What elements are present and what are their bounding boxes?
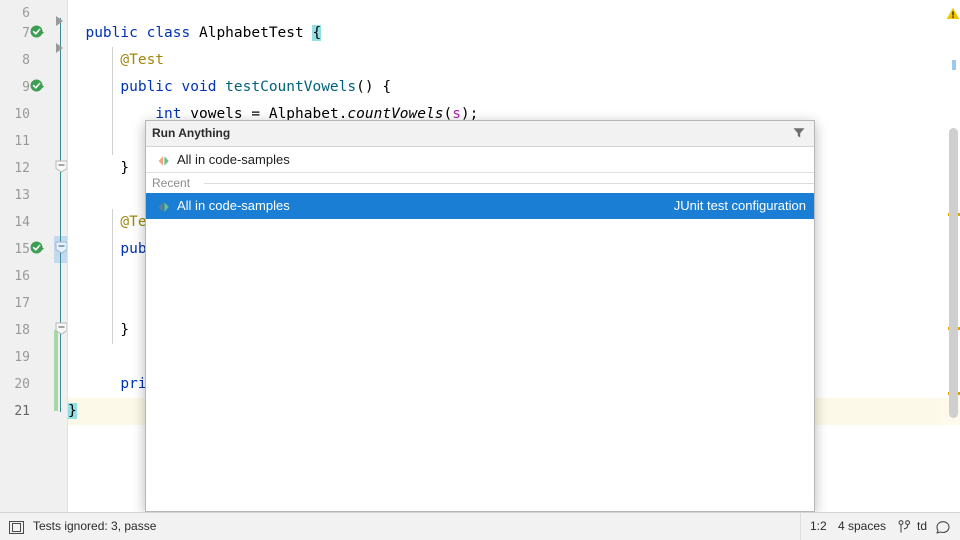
notification-icon[interactable] [936, 521, 950, 534]
run-triangle-marker[interactable] [56, 43, 63, 53]
line-number-column: 6 7 8 9 10 11 12 13 14 15 16 17 18 19 20… [0, 0, 30, 512]
run-anything-header: Run Anything [146, 121, 814, 147]
git-branch-icon[interactable] [898, 520, 911, 534]
token-parens: () [356, 79, 373, 95]
editor-scrollbar-thumb[interactable] [949, 128, 958, 418]
warning-triangle-icon [946, 7, 960, 20]
status-message: Tests ignored: 3, passe [33, 513, 156, 540]
line-number: 8 [0, 47, 30, 74]
group-divider [204, 183, 814, 184]
line-number: 19 [0, 344, 30, 371]
run-anything-body[interactable]: All in code-samples Recent All in code-s… [146, 147, 814, 511]
token-brace: { [382, 79, 391, 95]
indent-setting[interactable]: 4 spaces [838, 513, 886, 540]
list-item-selected[interactable]: All in code-samples JUnit test configura… [146, 193, 814, 219]
code-line: public class AlphabetTest { [68, 20, 940, 47]
fold-column[interactable] [54, 0, 68, 512]
list-item-secondary-label: JUnit test configuration [674, 193, 806, 219]
ide-window: 6 7 8 9 10 11 12 13 14 15 16 17 18 19 20… [0, 0, 960, 540]
group-label: Recent [152, 173, 196, 193]
line-number-current: 21 [0, 398, 30, 425]
line-number: 9 [0, 74, 30, 101]
run-test-passed-icon[interactable] [30, 20, 48, 47]
line-number: 15 [0, 236, 30, 263]
token-keyword: void [182, 79, 217, 95]
git-branch-name[interactable]: td [917, 513, 927, 540]
run-triangle-marker[interactable] [56, 16, 63, 26]
token-method: testCountVowels [225, 79, 356, 95]
toggle-tool-window-icon[interactable] [9, 521, 23, 533]
status-divider [800, 513, 801, 540]
caret-position[interactable]: 1:2 [810, 513, 827, 540]
line-number: 10 [0, 101, 30, 128]
line-number: 7 [0, 20, 30, 47]
editor-gutter[interactable]: 6 7 8 9 10 11 12 13 14 15 16 17 18 19 20… [0, 0, 68, 512]
vcs-added-strip [54, 330, 58, 411]
token-annotation: @Test [120, 52, 164, 68]
line-number: 13 [0, 182, 30, 209]
run-test-passed-icon[interactable] [30, 74, 48, 101]
line-number: 14 [0, 209, 30, 236]
line-number: 18 [0, 317, 30, 344]
list-item-label: All in code-samples [177, 193, 290, 219]
editor-marker-bar[interactable] [940, 0, 960, 512]
code-line: public void testCountVowels() { [68, 74, 940, 101]
popup-title: Run Anything [152, 121, 230, 146]
token-keyword: public [120, 79, 172, 95]
list-group-header: Recent [146, 173, 814, 193]
token-type: AlphabetTest [199, 25, 304, 41]
info-marker[interactable] [952, 60, 956, 70]
list-item-label: All in code-samples [177, 147, 290, 173]
token-keyword: class [147, 25, 191, 41]
line-number: 16 [0, 263, 30, 290]
token-brace-highlighted: { [312, 25, 321, 41]
list-item[interactable]: All in code-samples [146, 147, 814, 173]
token-brace: } [120, 322, 129, 338]
fold-region-line [60, 18, 61, 412]
token-brace: } [120, 160, 129, 176]
token-keyword: public [85, 25, 137, 41]
line-number: 17 [0, 290, 30, 317]
run-all-tests-icon [157, 154, 171, 166]
run-anything-popup[interactable]: Run Anything All in code-samples [145, 120, 815, 512]
run-test-passed-icon[interactable] [30, 236, 48, 263]
status-bar[interactable]: Tests ignored: 3, passe 1:2 4 spaces td [0, 512, 960, 540]
filter-funnel-icon[interactable] [792, 126, 806, 140]
line-number: 12 [0, 155, 30, 182]
code-line: @Test [68, 47, 940, 74]
run-all-tests-icon [157, 200, 171, 212]
token-brace-highlighted: } [68, 403, 77, 419]
line-number: 20 [0, 371, 30, 398]
line-number: 11 [0, 128, 30, 155]
